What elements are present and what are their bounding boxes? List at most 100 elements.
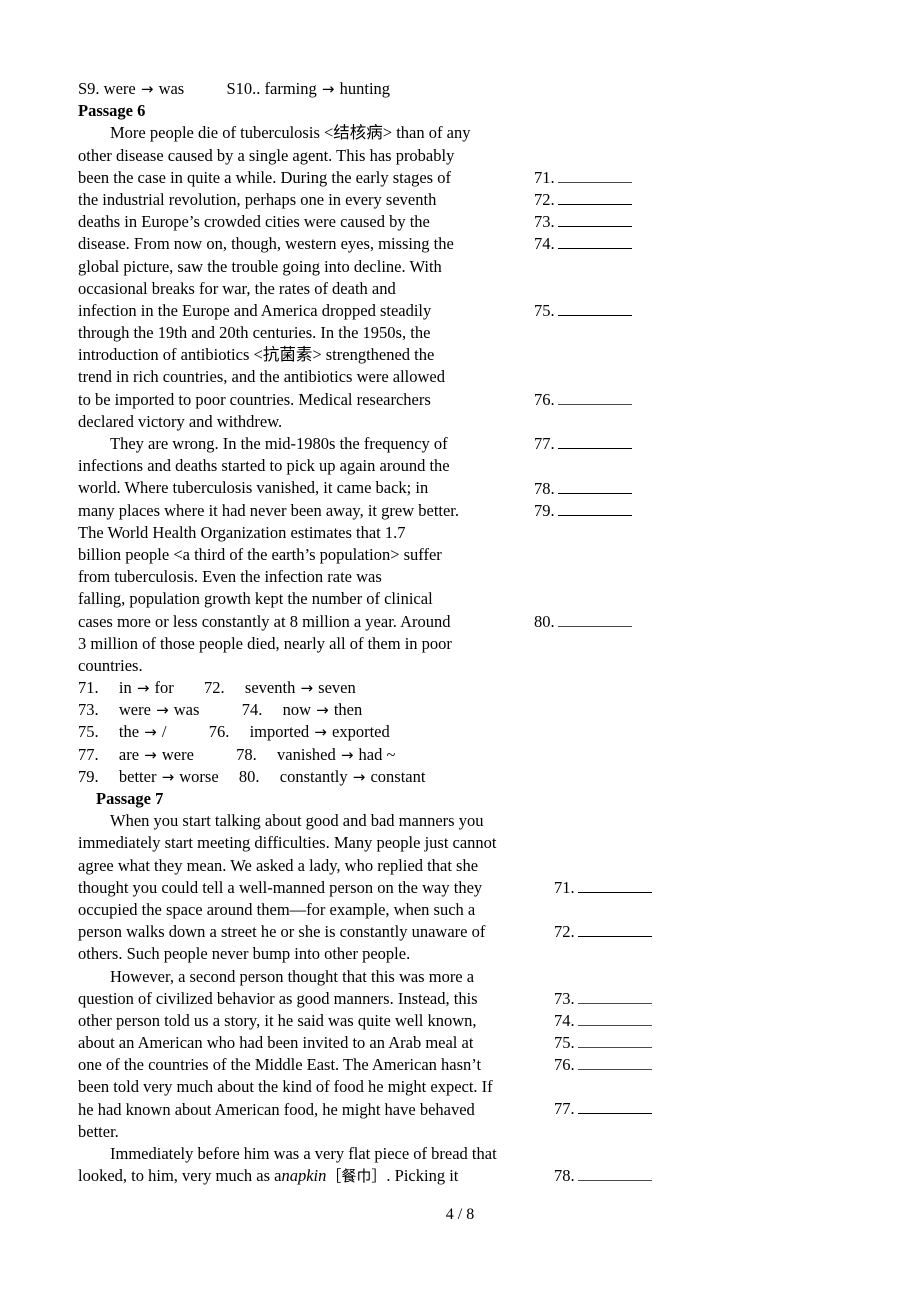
answer-to: constant <box>370 766 426 786</box>
p7-answer-blank-74[interactable]: 74. <box>554 1010 652 1032</box>
answer-blank-rule[interactable] <box>557 501 632 516</box>
p7-answer-blank-72[interactable]: 72. <box>554 921 652 943</box>
answer-blank-number: 76. <box>554 1055 575 1074</box>
passage-6-line: global picture, saw the trouble going in… <box>78 256 442 276</box>
answer-key-row: 71. in → for 72. seventh → seven <box>78 677 848 699</box>
answer-blank-78[interactable]: 78. <box>534 478 632 500</box>
answer-blank-rule[interactable] <box>557 234 632 249</box>
answer-blank-rule[interactable] <box>577 1099 652 1114</box>
answer-blank-75[interactable]: 75. <box>534 300 632 322</box>
answer-to: was <box>173 700 200 720</box>
answer-blank-73[interactable]: 73. <box>534 211 632 233</box>
answer-blank-rule[interactable] <box>557 434 632 449</box>
answer-from: were <box>118 700 151 720</box>
answer-blank-number: 77. <box>534 434 555 453</box>
p7-answer-blank-77[interactable]: 77. <box>554 1098 652 1120</box>
passage-6-line: to be imported to poor countries. Medica… <box>78 389 431 409</box>
page-number-total: 8 <box>466 1206 475 1223</box>
answer-blank-number: 72. <box>554 922 575 941</box>
answer-blank-rule[interactable] <box>577 922 652 937</box>
answer-key-row: 75. the → / 76. imported → exported <box>78 721 848 743</box>
arrow-icon: → <box>316 701 329 720</box>
answer-from: seventh <box>244 678 296 698</box>
arrow-icon: → <box>321 80 335 98</box>
answer-blank-number: 73. <box>554 989 575 1008</box>
passage-7-line: Immediately before him was a very flat p… <box>110 1144 497 1163</box>
arrow-icon: → <box>340 745 354 764</box>
passage-7-line: question of civilized behavior as good m… <box>78 988 478 1008</box>
answer-num: 74. <box>241 700 263 720</box>
passage-6-line: countries. <box>78 655 143 675</box>
passage-7-line: other person told us a story, it he said… <box>78 1010 477 1030</box>
answer-blank-number: 78. <box>554 1166 575 1185</box>
answer-blank-74[interactable]: 74. <box>534 233 632 255</box>
answer-from: the <box>118 722 140 742</box>
passage-6-line: the industrial revolution, perhaps one i… <box>78 189 437 209</box>
answer-from: vanished <box>277 744 336 764</box>
napkin-italic-word: napkin <box>281 1166 327 1186</box>
answer-blank-number: 74. <box>554 1011 575 1030</box>
answer-blank-rule[interactable] <box>557 168 632 183</box>
arrow-icon: → <box>161 767 175 786</box>
passage-7-line: agree what they mean. We asked a lady, w… <box>78 855 479 875</box>
passage-7-line: others. Such people never bump into othe… <box>78 944 411 964</box>
passage-6-line: falling, population growth kept the numb… <box>78 589 433 609</box>
p7-answer-blank-75[interactable]: 75. <box>554 1032 652 1054</box>
passage-6-line: disease. From now on, though, western ey… <box>78 234 454 254</box>
answer-blank-rule[interactable] <box>557 479 632 494</box>
answer-from: constantly <box>279 766 348 786</box>
answer-blank-rule[interactable] <box>557 612 632 627</box>
passage-6-line: cases more or less constantly at 8 milli… <box>78 611 451 631</box>
answer-blank-rule[interactable] <box>557 390 632 405</box>
answer-num: 71. <box>78 678 99 698</box>
passage-6-line: declared victory and withdrew. <box>78 411 283 431</box>
passage-7-line: been told very much about the kind of fo… <box>78 1077 493 1097</box>
passage-7-line: occupied the space around them—for examp… <box>78 899 476 919</box>
answer-from: are <box>118 744 140 764</box>
napkin-gloss: ［餐巾］ <box>326 1167 387 1186</box>
passage-6-line: from tuberculosis. Even the infection ra… <box>78 567 382 587</box>
passage-7-line: about an American who had been invited t… <box>78 1033 474 1053</box>
passage-7-line: he had known about American food, he mig… <box>78 1099 475 1119</box>
answer-to: / <box>161 722 167 742</box>
answer-blank-76[interactable]: 76. <box>534 389 632 411</box>
answer-blank-rule[interactable] <box>577 1033 652 1048</box>
answer-blank-rule[interactable] <box>577 1011 652 1026</box>
p7-answer-blank-71[interactable]: 71. <box>554 877 652 899</box>
answer-blank-79[interactable]: 79. <box>534 500 632 522</box>
answer-blank-rule[interactable] <box>557 190 632 205</box>
passage-6-line: been the case in quite a while. During t… <box>78 167 451 187</box>
correction-s9-from: S9. were <box>78 79 136 98</box>
answer-blank-rule[interactable] <box>577 1055 652 1070</box>
passage-7-line: one of the countries of the Middle East.… <box>78 1055 482 1075</box>
passage-7-line: immediately start meeting difficulties. … <box>78 833 497 853</box>
p7-answer-blank-76[interactable]: 76. <box>554 1054 652 1076</box>
correction-s10-to: hunting <box>339 79 391 98</box>
answer-blank-rule[interactable] <box>577 1166 652 1181</box>
answer-to: then <box>333 700 363 720</box>
answer-blank-rule[interactable] <box>557 301 632 316</box>
answer-blank-72[interactable]: 72. <box>534 189 632 211</box>
answer-blank-77[interactable]: 77. <box>534 433 632 455</box>
answer-blank-80[interactable]: 80. <box>534 611 632 633</box>
correction-s10-from: S10.. farming <box>226 79 317 98</box>
p7-answer-blank-78[interactable]: 78. <box>554 1165 652 1187</box>
passage-6-line: many places where it had never been away… <box>78 500 460 520</box>
answer-to: were <box>161 744 194 764</box>
answer-num: 77. <box>78 744 99 764</box>
arrow-icon: → <box>300 679 314 698</box>
answer-from: in <box>118 678 132 698</box>
p7-answer-blank-73[interactable]: 73. <box>554 988 652 1010</box>
answer-blank-71[interactable]: 71. <box>534 167 632 189</box>
passage-6-heading: Passage 6 <box>78 101 146 121</box>
passage-6-line: They are wrong. In the mid-1980s the fre… <box>110 434 448 453</box>
answer-blank-rule[interactable] <box>577 878 652 893</box>
answer-blank-rule[interactable] <box>557 212 632 227</box>
passage-6-line: infections and deaths started to pick up… <box>78 456 450 476</box>
answer-blank-number: 79. <box>534 501 555 520</box>
arrow-icon: → <box>140 80 154 98</box>
passage-7-line: However, a second person thought that th… <box>110 966 475 986</box>
arrow-icon: → <box>136 679 150 698</box>
answer-blank-rule[interactable] <box>577 989 652 1004</box>
answer-blank-number: 71. <box>554 878 575 897</box>
